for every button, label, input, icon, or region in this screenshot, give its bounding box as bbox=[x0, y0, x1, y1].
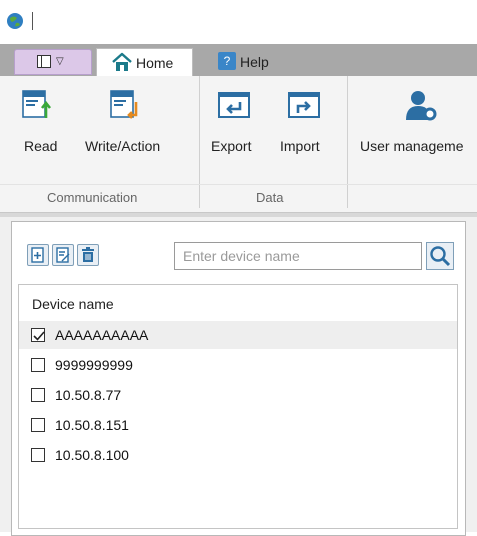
list-item[interactable]: 10.50.8.151 bbox=[19, 411, 457, 439]
checkmark-icon bbox=[33, 331, 45, 341]
group-label-data: Data bbox=[256, 190, 284, 205]
user-management-button[interactable]: User manageme bbox=[358, 76, 477, 182]
group-divider bbox=[199, 76, 200, 208]
export-icon bbox=[218, 92, 250, 118]
device-name: 10.50.8.100 bbox=[55, 447, 129, 463]
write-action-icon bbox=[110, 90, 138, 119]
device-panel-area: Device name AAAAAAAAAA 9999999999 10.50.… bbox=[0, 213, 477, 536]
edit-device-button[interactable] bbox=[52, 244, 74, 266]
read-label: Read bbox=[24, 138, 58, 154]
home-icon bbox=[112, 52, 132, 71]
device-name-column-header: Device name bbox=[32, 296, 114, 312]
add-device-button[interactable] bbox=[27, 244, 49, 266]
write-action-label: Write/Action bbox=[85, 138, 161, 154]
device-checkbox[interactable] bbox=[31, 388, 45, 402]
device-name: 10.50.8.77 bbox=[55, 387, 122, 403]
tab-home[interactable]: Home bbox=[96, 48, 193, 77]
device-name: 9999999999 bbox=[55, 357, 133, 373]
read-icon bbox=[22, 90, 52, 118]
export-button[interactable]: Export bbox=[210, 76, 264, 182]
search-button[interactable] bbox=[426, 242, 454, 270]
device-checkbox[interactable] bbox=[31, 418, 45, 432]
import-button[interactable]: Import bbox=[278, 76, 334, 182]
search-input[interactable] bbox=[174, 242, 422, 270]
device-checkbox[interactable] bbox=[31, 328, 45, 342]
list-item[interactable]: AAAAAAAAAA bbox=[19, 321, 457, 349]
tab-home-label: Home bbox=[136, 55, 174, 71]
write-action-button[interactable]: Write/Action bbox=[84, 76, 184, 182]
help-icon: ? bbox=[218, 52, 236, 70]
list-item[interactable]: 10.50.8.100 bbox=[19, 441, 457, 469]
list-item[interactable]: 10.50.8.77 bbox=[19, 381, 457, 409]
panel-menu-icon bbox=[37, 55, 51, 68]
import-icon bbox=[288, 92, 320, 118]
delete-device-icon bbox=[82, 247, 94, 262]
title-separator bbox=[32, 12, 33, 30]
device-list: Device name AAAAAAAAAA 9999999999 10.50.… bbox=[18, 284, 458, 529]
read-button[interactable]: Read bbox=[14, 76, 57, 182]
search-icon bbox=[430, 246, 451, 267]
title-bar bbox=[0, 0, 477, 44]
user-management-icon bbox=[406, 91, 437, 121]
device-checkbox[interactable] bbox=[31, 358, 45, 372]
user-management-label: User manageme bbox=[360, 138, 464, 154]
import-label: Import bbox=[280, 138, 320, 154]
export-label: Export bbox=[211, 138, 252, 154]
group-divider bbox=[347, 76, 348, 208]
device-checkbox[interactable] bbox=[31, 448, 45, 462]
device-name: 10.50.8.151 bbox=[55, 417, 129, 433]
application-menu-button[interactable]: ▽ bbox=[14, 49, 92, 75]
device-panel: Device name AAAAAAAAAA 9999999999 10.50.… bbox=[11, 221, 466, 536]
tab-help-label: Help bbox=[240, 54, 269, 70]
group-label-separator bbox=[0, 184, 477, 185]
add-device-icon bbox=[31, 247, 44, 263]
tab-help[interactable]: ? Help bbox=[212, 48, 302, 77]
group-label-communication: Communication bbox=[47, 190, 138, 205]
edit-device-icon bbox=[56, 247, 70, 263]
delete-device-button[interactable] bbox=[77, 244, 99, 266]
device-name: AAAAAAAAAA bbox=[55, 327, 149, 343]
chevron-down-icon: ▽ bbox=[56, 56, 64, 67]
splitter[interactable] bbox=[0, 213, 477, 217]
list-item[interactable]: 9999999999 bbox=[19, 351, 457, 379]
app-globe-icon bbox=[7, 13, 23, 29]
ribbon-panel: Read Write/Action Export Import User man… bbox=[0, 76, 477, 213]
